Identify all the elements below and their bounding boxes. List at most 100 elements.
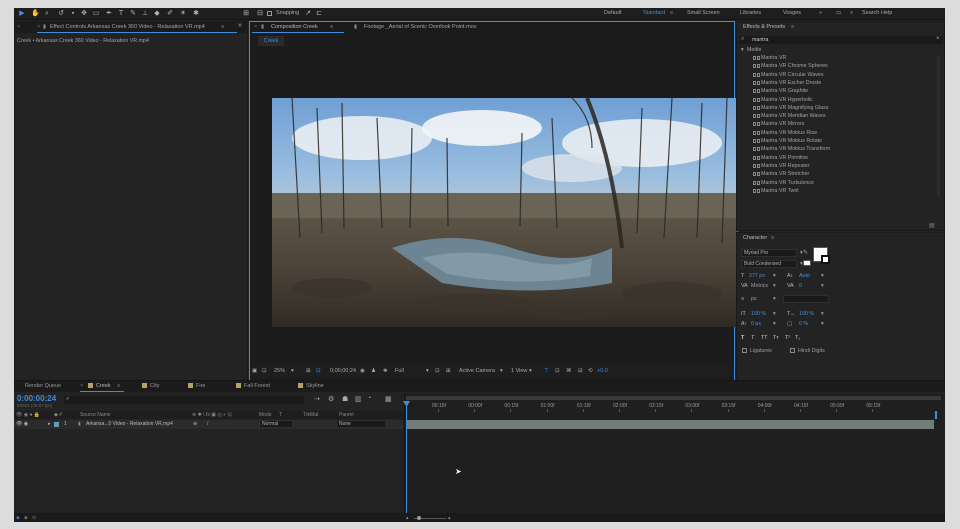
character-menu-icon[interactable]: ≡ xyxy=(771,233,774,244)
vertical-scale-value[interactable]: 100 % xyxy=(751,311,766,317)
draft-3d-icon[interactable]: ⚙ xyxy=(328,395,334,403)
mode-header[interactable]: Mode xyxy=(259,412,272,418)
effect-item[interactable]: Mantra VR Twirl xyxy=(753,188,799,196)
mask-icon[interactable]: ⊡ xyxy=(262,368,267,374)
subscript-button[interactable]: T₁ xyxy=(795,335,800,341)
resolution-dropdown-icon[interactable]: ▾ xyxy=(426,368,429,374)
new-folder-icon[interactable]: ▤ xyxy=(929,222,935,229)
distribute-tool-icon[interactable]: ⊟ xyxy=(256,10,264,18)
camera-dropdown[interactable]: Active Camera xyxy=(459,368,495,374)
effects-search-box[interactable]: ⌕ mantra × xyxy=(739,36,943,44)
clear-search-icon[interactable]: × xyxy=(936,36,940,42)
expand-panels-icon[interactable]: » xyxy=(238,22,242,29)
fill-color-swatch[interactable] xyxy=(803,260,811,266)
layer-duration-bar[interactable] xyxy=(406,420,934,429)
stroke-style-dropdown[interactable] xyxy=(783,295,829,303)
fast-previews-icon[interactable]: ⊡ xyxy=(555,368,560,374)
font-family-dropdown[interactable]: Myriad Pro xyxy=(741,249,797,257)
hindi-digits-checkbox[interactable] xyxy=(790,348,795,353)
zoom-tool-icon[interactable]: ⌕ xyxy=(43,10,51,18)
tab-fall-forest[interactable]: Fall Forest xyxy=(236,381,270,392)
all-caps-button[interactable]: TT xyxy=(761,335,767,341)
effects-presets-title[interactable]: Effects & Presets xyxy=(743,22,785,33)
effect-item[interactable]: Mantra VR Graphite xyxy=(753,88,808,96)
clone-stamp-tool-icon[interactable]: ⊥ xyxy=(141,10,149,18)
toggle-pixel-aspect-icon[interactable]: ⊤ xyxy=(544,368,549,374)
comp-mini-flowchart-icon[interactable]: ⇢ xyxy=(314,395,320,403)
layer-visibility-icon[interactable]: 👁 ◉ xyxy=(16,421,28,427)
effect-item[interactable]: Mantra VR Mobius Row xyxy=(753,130,817,138)
workspace-menu-icon[interactable]: ≡ xyxy=(670,10,673,16)
workspace-vosges[interactable]: Vosges xyxy=(783,10,801,16)
zoom-slider-knob[interactable] xyxy=(417,516,421,520)
baseline-shift-value[interactable]: 0 px xyxy=(751,321,761,327)
hscale-dropdown-icon[interactable]: ▾ xyxy=(821,311,824,317)
horizontal-scale-value[interactable]: 100 % xyxy=(799,311,814,317)
tracking-value[interactable]: 0 xyxy=(799,283,802,289)
search-help-label[interactable]: Search Help xyxy=(862,10,892,16)
hide-shy-layers-icon[interactable]: ☗ xyxy=(342,395,348,403)
effect-item[interactable]: Mantra VR Hyperbolic xyxy=(753,97,813,105)
roi-icon[interactable]: ⊡ xyxy=(435,368,440,374)
views-dropdown-icon[interactable]: ▾ xyxy=(529,368,532,374)
hand-tool-icon[interactable]: ✋ xyxy=(31,10,40,18)
baseline-dropdown-icon[interactable]: ▾ xyxy=(773,321,776,327)
exposure-value[interactable]: +0.0 xyxy=(597,368,608,374)
layer-mode-dropdown[interactable]: Normal xyxy=(259,420,293,428)
tab-city[interactable]: City xyxy=(142,381,159,392)
toggle-modes-icon[interactable]: ◈ xyxy=(24,515,28,521)
channel-icon[interactable]: ❀ xyxy=(383,368,388,374)
snapping-checkbox[interactable] xyxy=(267,11,272,16)
character-title[interactable]: Character xyxy=(743,233,767,244)
ligatures-checkbox[interactable] xyxy=(742,348,747,353)
footage-lock-icon[interactable]: ▮ xyxy=(354,22,357,33)
selection-tool-icon[interactable]: ▶ xyxy=(18,10,26,18)
stroke-width-value[interactable]: px xyxy=(751,296,757,302)
pen-tool-icon[interactable]: ✒ xyxy=(105,10,113,18)
camera-tool-icon[interactable]: ▪ xyxy=(69,10,77,18)
stroke-width-dropdown-icon[interactable]: ▾ xyxy=(773,296,776,302)
layer-parent-dropdown[interactable]: None xyxy=(336,420,386,428)
timeline-search-input[interactable]: ⌕ xyxy=(64,396,304,404)
superscript-button[interactable]: T¹ xyxy=(785,335,790,341)
font-size-value[interactable]: 277 px xyxy=(749,273,765,279)
font-style-dropdown[interactable]: Bold Condensed xyxy=(741,260,797,268)
always-preview-icon[interactable]: ▣ xyxy=(252,368,257,374)
effect-item[interactable]: Mantra VR Escher Droste xyxy=(753,80,821,88)
font-size-dropdown-icon[interactable]: ▾ xyxy=(773,273,776,279)
effect-item[interactable]: Mantra VR Turbulence xyxy=(753,180,814,188)
kerning-dropdown-icon[interactable]: ▾ xyxy=(773,283,776,289)
magnification-dropdown[interactable]: 25% xyxy=(274,368,285,374)
workspace-standard[interactable]: Standard xyxy=(643,10,665,16)
current-time-indicator[interactable]: 0:00:00:24 xyxy=(17,394,56,403)
eyedropper-icon[interactable]: ✎ xyxy=(803,249,808,256)
grid-icon[interactable]: ⊞ xyxy=(306,368,311,374)
effect-item[interactable]: Mantra VR Primitive xyxy=(753,155,808,163)
tsume-dropdown-icon[interactable]: ▾ xyxy=(821,321,824,327)
layer-label-swatch[interactable] xyxy=(54,422,59,427)
work-area-end-marker[interactable] xyxy=(935,411,937,419)
faux-italic-button[interactable]: T xyxy=(751,335,754,341)
effect-item[interactable]: Mantra VR Circular Waves xyxy=(753,72,824,80)
eraser-tool-icon[interactable]: ◆ xyxy=(153,10,161,18)
region-icon[interactable]: ⊡ xyxy=(316,368,321,374)
effect-item[interactable]: Mantra VR Chrome Spheres xyxy=(753,63,828,71)
effect-item[interactable]: Mantra VR Magnifying Glass xyxy=(753,105,828,113)
zoom-in-icon[interactable]: ▴ xyxy=(448,515,451,521)
footage-tab[interactable]: Footage _Aerial of Scenic Overlook Point… xyxy=(364,22,477,33)
tab-render-queue[interactable]: Render Queue xyxy=(25,381,61,392)
tsume-value[interactable]: 0 % xyxy=(799,321,808,327)
search-help-icon[interactable]: ⌕ xyxy=(850,10,853,17)
render-time-icon[interactable]: ⊙ xyxy=(32,515,36,521)
timeline-graph-area[interactable] xyxy=(404,394,945,522)
playhead-line[interactable] xyxy=(406,401,407,522)
time-ruler[interactable]: 00:15f 00:00f 00:15f 01:00f 01:15f 02:00f 02:1… xyxy=(404,401,945,412)
effect-item[interactable]: Mantra VR Mobius Transform xyxy=(753,146,830,154)
motion-blur-icon[interactable]: ◔ xyxy=(367,395,371,402)
timeline-icon[interactable]: ⊟ xyxy=(578,368,583,374)
rectangle-tool-icon[interactable]: ▭ xyxy=(92,10,100,18)
workspace-small-screen[interactable]: Small Screen xyxy=(687,10,720,16)
camera-dropdown-icon[interactable]: ▾ xyxy=(500,368,503,374)
toggle-switches-icon[interactable]: ◈ xyxy=(16,515,20,521)
tab-fire[interactable]: Fire xyxy=(188,381,205,392)
